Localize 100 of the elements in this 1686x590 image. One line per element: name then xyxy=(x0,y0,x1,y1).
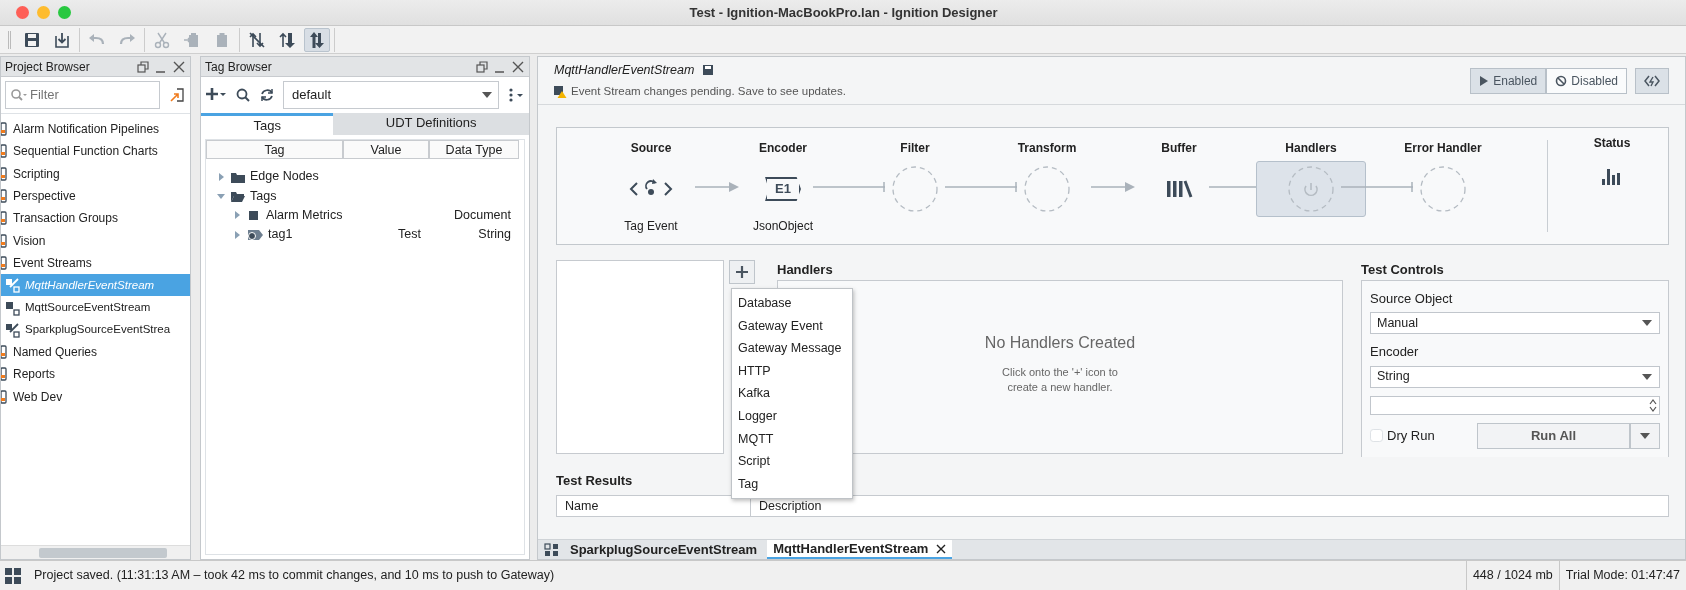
link-editor-icon[interactable] xyxy=(168,86,186,104)
filter-box[interactable]: Filter xyxy=(5,81,160,109)
tag-name[interactable]: Edge Nodes xyxy=(250,167,319,186)
menu-item[interactable]: Script xyxy=(732,450,852,473)
encoder-dropdown[interactable]: String xyxy=(1370,365,1660,388)
column-header[interactable]: Value xyxy=(343,140,429,159)
scroll-thumb[interactable] xyxy=(39,547,167,558)
tree-item-label[interactable]: Reports xyxy=(13,365,56,384)
checkbox-label: Dry Run xyxy=(1387,426,1436,445)
tab[interactable]: UDT Definitions xyxy=(333,113,529,135)
line-connector xyxy=(945,181,1017,193)
stage-label: Buffer xyxy=(1161,140,1197,157)
column-header[interactable]: Data Type xyxy=(429,140,519,159)
section-title: Test Controls xyxy=(1361,261,1445,279)
pencil-square-icon xyxy=(5,277,21,294)
close-icon[interactable] xyxy=(936,543,947,554)
tree-item-label[interactable]: Event Streams xyxy=(13,253,92,272)
data-type: Document xyxy=(454,207,511,222)
tree-item-label[interactable]: Transaction Groups xyxy=(13,209,118,228)
status-message: Project saved. (11:31:13 AM – took 42 ms to commit changes, and 10 ms to push to Gateway) xyxy=(34,567,556,585)
handler-list[interactable] xyxy=(556,260,724,454)
tree-node-icon xyxy=(1,344,9,361)
editor-tab[interactable]: MqttHandlerEventStream xyxy=(767,540,953,559)
unsaved-warning-icon xyxy=(554,85,567,98)
editor-tab[interactable]: SparkplugSourceEventStream xyxy=(564,540,764,559)
stage-label: Filter xyxy=(900,140,930,157)
run-all-button[interactable]: Run All xyxy=(1477,422,1630,449)
tree-node-icon xyxy=(1,165,9,182)
menu-item[interactable]: Kafka xyxy=(732,382,852,405)
stage-caption: JsonObject xyxy=(753,218,813,233)
dry-run-checkbox[interactable] xyxy=(1370,429,1383,442)
number-spinner-field[interactable] xyxy=(1370,395,1660,415)
empty-title: No Handlers Created xyxy=(984,333,1136,353)
stage-label: Status xyxy=(1593,135,1631,152)
tag-name[interactable]: Tags xyxy=(250,186,277,206)
horizontal-scrollbar[interactable] xyxy=(1,545,190,559)
menu-item[interactable]: MQTT xyxy=(732,427,852,451)
provider-dropdown[interactable]: default xyxy=(283,81,499,109)
spinner-arrows-icon[interactable] xyxy=(1648,397,1658,413)
stage-label: Source xyxy=(630,140,672,157)
play-icon xyxy=(1479,75,1490,86)
source-object-dropdown[interactable]: Manual xyxy=(1370,312,1660,334)
tab[interactable]: Tags xyxy=(201,113,334,135)
tag-name[interactable]: Alarm Metrics xyxy=(266,205,343,225)
window-title: Test - Ignition-MacBookPro.lan - Ignition Designer xyxy=(689,3,998,22)
stage-slot[interactable]: E1 xyxy=(728,161,838,217)
collapsed-arrow-icon[interactable] xyxy=(232,229,242,240)
stage-label: Handlers xyxy=(1285,140,1337,157)
column-header[interactable]: Description xyxy=(751,496,1668,516)
tree-node-icon xyxy=(1,121,9,138)
stage-label: Encoder xyxy=(759,140,807,157)
tree-item-label[interactable]: Perspective xyxy=(13,187,76,206)
tree-item-label[interactable]: Named Queries xyxy=(13,343,98,362)
column-header[interactable]: Name xyxy=(557,496,751,516)
run-options-button[interactable] xyxy=(1630,422,1660,449)
restore-icon[interactable] xyxy=(475,59,489,74)
pending-notice: Event Stream changes pending. Save to see updates. xyxy=(571,84,846,100)
menu-item[interactable]: Tag xyxy=(732,472,852,496)
refresh-icon[interactable] xyxy=(259,87,275,103)
tag-name[interactable]: tag1 xyxy=(268,225,293,244)
save-icon[interactable] xyxy=(702,63,715,76)
tree-item-label[interactable]: Alarm Notification Pipelines xyxy=(13,120,160,139)
stage-label: Transform xyxy=(1017,140,1077,157)
dropdown-caret-icon[interactable] xyxy=(1641,372,1653,381)
tree-item-label[interactable]: MqttSourceEventStream xyxy=(25,298,151,317)
collapsed-arrow-icon[interactable] xyxy=(232,210,242,221)
stage-caption: Tag Event xyxy=(624,218,678,233)
library-icon[interactable] xyxy=(1164,179,1194,199)
data-type: String xyxy=(478,227,511,242)
tree-node-icon xyxy=(1,232,9,249)
filter-field[interactable]: Filter xyxy=(28,84,155,106)
tab-grid-icon[interactable] xyxy=(544,542,560,557)
tree-item-label[interactable]: Web Dev xyxy=(13,387,63,406)
enabled-toggle[interactable]: Enabled xyxy=(1470,67,1547,94)
close-window-button[interactable] xyxy=(16,6,29,19)
menu-item[interactable]: HTTP xyxy=(732,359,852,383)
grid-icon[interactable] xyxy=(4,566,22,585)
encoder-icon[interactable]: E1 xyxy=(765,177,801,201)
restore-icon[interactable] xyxy=(136,59,150,74)
column-header[interactable]: Tag xyxy=(206,140,343,159)
field-label: Encoder xyxy=(1370,343,1420,361)
section-title: Handlers xyxy=(777,261,834,279)
more-options-icon[interactable] xyxy=(507,87,525,103)
dropdown-caret-icon[interactable] xyxy=(1641,319,1653,327)
code-view-button[interactable] xyxy=(1635,67,1669,94)
add-handler-button[interactable] xyxy=(729,260,755,284)
tree-node-icon xyxy=(1,188,9,205)
menu-item[interactable]: Gateway Event xyxy=(732,314,852,338)
tree-item-label[interactable]: Vision xyxy=(13,231,46,250)
tree-item-label[interactable]: SparkplugSourceEventStrea xyxy=(25,321,171,339)
empty-hint: Click onto the '+' icon to create a new handler. xyxy=(1001,365,1119,395)
menu-item[interactable]: Database xyxy=(732,292,852,315)
tag-value: Test xyxy=(398,227,421,242)
tree-item-label[interactable]: Scripting xyxy=(13,164,60,183)
menu-item[interactable]: Gateway Message xyxy=(732,337,852,360)
menu-item[interactable]: Logger xyxy=(732,404,852,428)
search-icon[interactable] xyxy=(235,87,251,103)
tree-item-label[interactable]: Sequential Function Charts xyxy=(13,142,158,161)
code-icon xyxy=(1644,73,1660,88)
collapsed-arrow-icon[interactable] xyxy=(216,171,226,182)
